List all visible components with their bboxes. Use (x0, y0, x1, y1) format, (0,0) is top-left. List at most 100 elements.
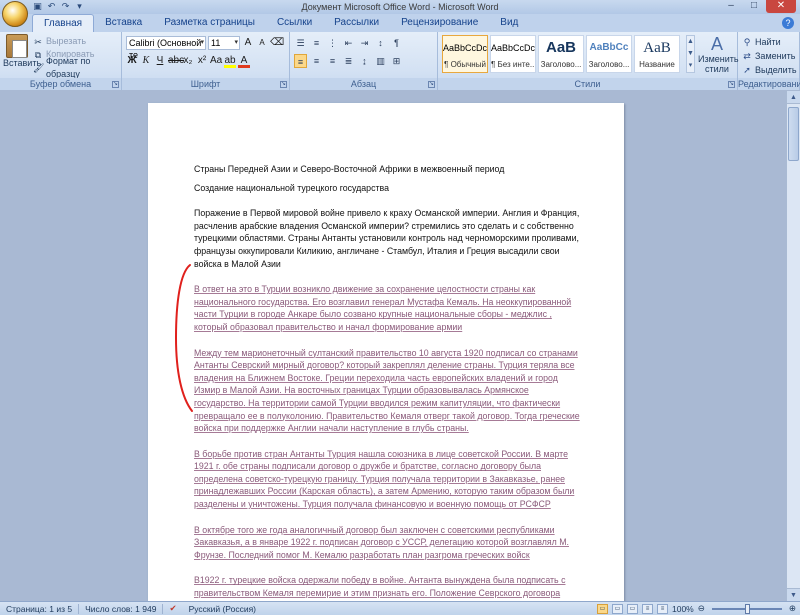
scroll-down-icon[interactable]: ▼ (787, 588, 800, 601)
find-label: Найти (755, 37, 781, 47)
paragraph-text: Страны Передней Азии и Северо-Восточной … (194, 164, 505, 174)
pilcrow-icon[interactable]: ¶ (390, 36, 403, 50)
style-sample: AaB (545, 39, 576, 56)
clipboard-launcher[interactable]: ↘ (112, 81, 119, 88)
paste-button[interactable]: Вставить (3, 34, 41, 76)
tab-review[interactable]: Рецензирование (390, 14, 489, 32)
window-controls: – □ ✕ (720, 0, 796, 13)
style-heading-2[interactable]: AaBbCc Заголово... (586, 35, 632, 73)
doc-paragraph-revised: В борьбе против стран Антанты Турция наш… (194, 448, 582, 511)
borders-icon[interactable]: ⊞ (390, 54, 403, 68)
superscript-button[interactable]: x² (196, 54, 208, 68)
subscript-button[interactable]: x₂ (182, 54, 194, 68)
word-count[interactable]: Число слов: 1 949 (79, 604, 162, 614)
doc-paragraph-revised: В1922 г. турецкие войска одержали победу… (194, 574, 582, 601)
full-screen-view-icon[interactable]: ▭ (612, 603, 623, 614)
style-no-spacing[interactable]: AaBbCcDc ¶ Без инте... (490, 35, 536, 73)
ribbon: Вставить ✂ Вырезать ⧉ Копировать 🖌 Форма… (0, 32, 800, 90)
spellcheck-icon[interactable]: ✔ (163, 603, 182, 614)
strikethrough-button[interactable]: abc (168, 54, 184, 68)
ribbon-tabs: Главная Вставка Разметка страницы Ссылки… (0, 14, 800, 32)
select-button[interactable]: ➚ Выделить (742, 63, 797, 77)
zoom-in-icon[interactable]: ⊕ (789, 603, 796, 614)
change-styles-icon: A (710, 34, 723, 54)
document-page[interactable]: Страны Передней Азии и Северо-Восточной … (148, 103, 624, 601)
zoom-knob[interactable] (744, 603, 750, 614)
scroll-thumb[interactable] (788, 107, 799, 161)
chevron-up-icon[interactable]: ▲ (687, 36, 694, 48)
tab-references[interactable]: Ссылки (266, 14, 323, 32)
print-layout-view-icon[interactable]: ▭ (597, 603, 608, 614)
doc-paragraph-revised: В октябре того же года аналогичный догов… (194, 524, 582, 562)
change-styles-label: Изменить стили (698, 54, 739, 74)
minimize-button[interactable]: – (720, 0, 742, 13)
bold-button[interactable]: Ж (126, 54, 138, 68)
paragraph-text: Поражение в Первой мировой войне привело… (194, 208, 580, 269)
tab-mailings[interactable]: Рассылки (323, 14, 390, 32)
maximize-button[interactable]: □ (743, 0, 765, 13)
draft-view-icon[interactable]: ≡ (657, 603, 668, 614)
increase-indent-icon[interactable]: ⇥ (358, 36, 371, 50)
chevron-down-icon[interactable]: ▼ (687, 48, 694, 60)
style-name: Заголово... (540, 60, 582, 69)
doc-paragraph: Поражение в Первой мировой войне привело… (194, 207, 582, 270)
office-button[interactable] (2, 1, 28, 27)
clear-formatting-icon[interactable]: ⌫ (270, 36, 284, 50)
tab-insert[interactable]: Вставка (94, 14, 153, 32)
align-center-icon[interactable]: ≡ (310, 54, 323, 68)
font-color-icon[interactable]: A (238, 54, 250, 68)
more-icon[interactable]: ▾ (687, 60, 694, 72)
style-normal[interactable]: AaBbCcDc ¶ Обычный (442, 35, 488, 73)
align-right-icon[interactable]: ≡ (326, 54, 339, 68)
sort-icon[interactable]: ↕ (374, 36, 387, 50)
align-left-icon[interactable]: ≡ (294, 54, 307, 68)
shading-icon[interactable]: ▥ (374, 54, 387, 68)
styles-launcher[interactable]: ↘ (728, 81, 735, 88)
help-icon[interactable]: ? (782, 17, 794, 29)
format-painter-button[interactable]: 🖌 Формат по образцу (33, 56, 121, 79)
cut-button[interactable]: ✂ Вырезать (33, 35, 121, 48)
zoom-slider[interactable] (711, 603, 782, 614)
underline-button[interactable]: Ч (154, 54, 166, 68)
vertical-scrollbar[interactable]: ▲ ▼ (786, 91, 800, 601)
tab-home[interactable]: Главная (32, 14, 95, 32)
font-group: Calibri (Основной те ▾ 11 ▾ A A ⌫ Ж К Ч … (122, 32, 290, 90)
replace-button[interactable]: ⇄ Заменить (742, 49, 797, 63)
replace-label: Заменить (755, 51, 796, 61)
language-indicator[interactable]: Русский (Россия) (183, 604, 262, 614)
web-view-icon[interactable]: ▭ (627, 603, 638, 614)
document-text[interactable]: Страны Передней Азии и Северо-Восточной … (194, 163, 582, 601)
font-name-select[interactable]: Calibri (Основной те ▾ (126, 36, 206, 60)
find-button[interactable]: ⚲ Найти (742, 35, 797, 49)
font-size-select[interactable]: 11 ▾ (208, 36, 240, 50)
line-spacing-icon[interactable]: ↨ (358, 54, 371, 68)
gallery-scroll[interactable]: ▲ ▼ ▾ (686, 35, 695, 73)
zoom-out-icon[interactable]: ⊖ (698, 603, 705, 614)
style-title[interactable]: AaB Название (634, 35, 680, 73)
grow-font-icon[interactable]: A (242, 36, 254, 50)
numbering-icon[interactable]: ≡ (310, 36, 323, 50)
binoculars-icon: ⚲ (743, 37, 751, 47)
tab-view[interactable]: Вид (489, 14, 529, 32)
close-button[interactable]: ✕ (766, 0, 796, 13)
style-heading-1[interactable]: AaB Заголово... (538, 35, 584, 73)
page-count[interactable]: Страница: 1 из 5 (0, 604, 78, 614)
outline-view-icon[interactable]: ≡ (642, 603, 653, 614)
tab-page-layout[interactable]: Разметка страницы (153, 14, 266, 32)
bullets-icon[interactable]: ☰ (294, 36, 307, 50)
style-gallery: AaBbCcDc ¶ Обычный AaBbCcDc ¶ Без инте..… (442, 35, 680, 73)
scroll-up-icon[interactable]: ▲ (787, 91, 800, 104)
shrink-font-icon[interactable]: A (256, 36, 268, 50)
select-label: Выделить (755, 65, 797, 75)
change-case-button[interactable]: Aa (210, 54, 222, 68)
paragraph-launcher[interactable]: ↘ (428, 81, 435, 88)
zoom-level[interactable]: 100% (672, 604, 694, 614)
justify-icon[interactable]: ≣ (342, 54, 355, 68)
decrease-indent-icon[interactable]: ⇤ (342, 36, 355, 50)
font-launcher[interactable]: ↘ (280, 81, 287, 88)
italic-button[interactable]: К (140, 54, 152, 68)
change-styles-button[interactable]: A Изменить стили (698, 34, 739, 74)
multilevel-list-icon[interactable]: ⋮ (326, 36, 339, 50)
chevron-down-icon: ▾ (234, 39, 238, 46)
highlight-icon[interactable]: ab (224, 54, 236, 68)
